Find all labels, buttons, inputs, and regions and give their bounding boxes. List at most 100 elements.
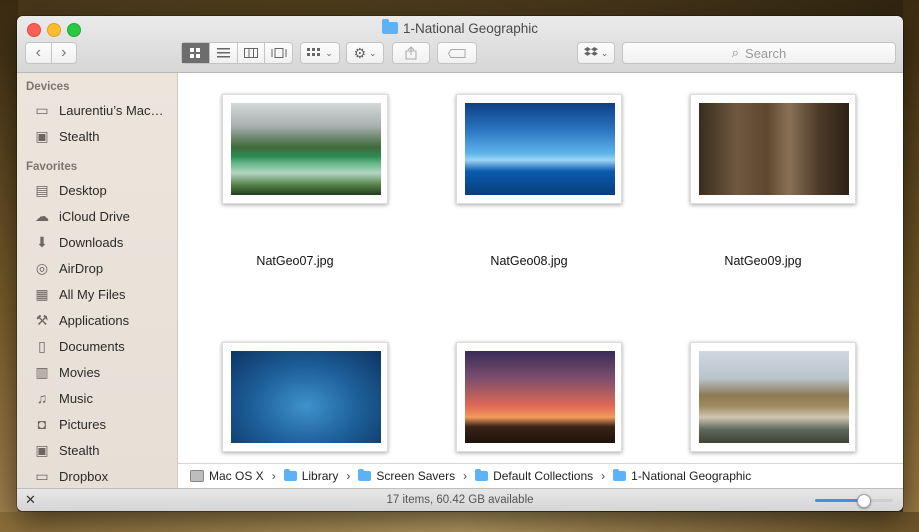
- downloads-icon: ⬇: [36, 233, 48, 250]
- back-button[interactable]: ‹: [26, 44, 51, 62]
- sidebar-item-mac[interactable]: ▭ Laurentiu’s Mac…: [33, 98, 175, 122]
- folder-icon: ▭: [35, 467, 49, 484]
- file-name[interactable]: NatGeo07.jpg: [178, 254, 412, 268]
- sidebar-item-movies[interactable]: ▥ Movies: [33, 360, 175, 384]
- icon-view-button[interactable]: [182, 43, 210, 63]
- sidebar-item-documents[interactable]: ▯ Documents: [33, 334, 175, 358]
- tag-button[interactable]: [437, 42, 477, 64]
- movies-icon: ▥: [35, 363, 49, 380]
- tag-icon: [448, 48, 466, 58]
- sidebar-item-stealth-device[interactable]: ▣ Stealth: [33, 124, 175, 148]
- list-view-button[interactable]: [210, 43, 238, 63]
- music-icon: ♫: [36, 390, 48, 406]
- file-thumbnail[interactable]: [456, 342, 622, 452]
- chevron-down-icon: ⌄: [325, 47, 333, 58]
- path-item-mac-os-x[interactable]: Mac OS X: [190, 469, 264, 483]
- path-separator: ›: [264, 469, 284, 483]
- pictures-icon: ◘: [37, 416, 47, 432]
- cloud-icon: ☁: [35, 207, 49, 224]
- path-item-screen-savers[interactable]: Screen Savers: [358, 469, 455, 483]
- share-icon: [405, 46, 417, 60]
- arrange-grid-icon: [307, 48, 321, 56]
- chevron-down-icon: ⌄: [369, 47, 377, 58]
- path-item-national-geographic[interactable]: 1-National Geographic: [613, 469, 751, 483]
- chevron-down-icon: ⌄: [600, 47, 609, 58]
- chevron-right-icon: ›: [601, 469, 606, 483]
- sidebar-item-label: Desktop: [59, 182, 107, 198]
- sidebar-item-label: All My Files: [59, 286, 126, 302]
- thumbnail-image: [699, 103, 849, 195]
- file-thumbnail[interactable]: [690, 94, 856, 204]
- sidebar-item-pictures[interactable]: ◘ Pictures: [33, 412, 175, 436]
- laptop-icon: ▭: [35, 101, 49, 118]
- chevron-right-icon: ›: [346, 469, 351, 483]
- sidebar-item-music[interactable]: ♫ Music: [33, 386, 175, 410]
- sidebar-item-applications[interactable]: ⚒ Applications: [33, 308, 175, 332]
- file-item[interactable]: NatGeo08.jpg: [412, 73, 646, 303]
- path-separator: ›: [338, 469, 358, 483]
- thumbnail-image: [231, 351, 381, 443]
- sidebar-item-airdrop[interactable]: ◎ AirDrop: [33, 256, 175, 280]
- file-icon-grid: NatGeo07.jpg NatGeo08.jpg NatGeo09.jpg: [178, 73, 903, 463]
- all-files-icon: ▦: [35, 285, 49, 302]
- window-title: 1-National Geographic: [402, 21, 539, 36]
- sidebar-item-desktop[interactable]: ▤ Desktop: [33, 178, 175, 202]
- view-mode-switcher: [181, 42, 293, 64]
- file-thumbnail[interactable]: [456, 94, 622, 204]
- sidebar-item-label: Downloads: [59, 234, 124, 250]
- thumbnail-image: [465, 103, 615, 195]
- file-thumbnail[interactable]: [222, 342, 388, 452]
- action-button[interactable]: ⚙ ⌄: [346, 42, 384, 64]
- file-item[interactable]: [178, 321, 412, 463]
- search-field[interactable]: ⌕ Search: [622, 42, 896, 64]
- file-thumbnail[interactable]: [690, 342, 856, 452]
- file-name[interactable]: NatGeo08.jpg: [412, 254, 646, 268]
- thumbnail-image: [699, 351, 849, 443]
- folder-icon: [358, 469, 372, 481]
- slider-fill: [815, 499, 864, 502]
- icon-size-slider[interactable]: [815, 494, 893, 508]
- file-item[interactable]: NatGeo09.jpg: [646, 73, 880, 303]
- titlebar: 1-National Geographic ‹ › ⌄ ⚙ ⌄ ⌄ ⌕ Sear…: [17, 16, 903, 73]
- icon-view-icon: [189, 47, 200, 58]
- dropbox-icon: [583, 47, 598, 56]
- file-item[interactable]: NatGeo07.jpg: [178, 73, 412, 303]
- file-item[interactable]: [412, 321, 646, 463]
- desktop-background-right: [903, 0, 919, 532]
- sidebar-item-label: Applications: [59, 312, 130, 328]
- arrange-button[interactable]: ⌄: [300, 42, 340, 64]
- list-view-icon: [216, 48, 230, 58]
- desktop-background-bottom: [0, 512, 919, 532]
- hard-drive-icon: [190, 470, 204, 482]
- documents-icon: ▯: [38, 337, 46, 354]
- sidebar-item-all-my-files[interactable]: ▦ All My Files: [33, 282, 175, 306]
- path-bar: Mac OS X › Library › Screen Savers › Def…: [178, 463, 903, 488]
- cover-flow-view-button[interactable]: [265, 43, 292, 63]
- sidebar-item-label: iCloud Drive: [59, 208, 130, 224]
- desktop-background-left: [0, 0, 18, 532]
- airdrop-icon: ◎: [35, 259, 49, 276]
- sidebar-item-downloads[interactable]: ⬇ Downloads: [33, 230, 175, 254]
- file-name[interactable]: NatGeo09.jpg: [646, 254, 880, 268]
- sidebar-item-icloud-drive[interactable]: ☁ iCloud Drive: [33, 204, 175, 228]
- share-button[interactable]: [392, 42, 430, 64]
- path-item-library[interactable]: Library: [283, 469, 338, 483]
- folder-icon: [613, 469, 627, 481]
- search-icon: ⌕: [731, 45, 740, 60]
- sidebar-item-dropbox[interactable]: ▭ Dropbox: [33, 464, 175, 488]
- thumbnail-image: [465, 351, 615, 443]
- path-item-label: Mac OS X: [209, 469, 264, 483]
- thumbnail-image: [231, 103, 381, 195]
- file-item[interactable]: [646, 321, 880, 463]
- forward-button[interactable]: ›: [52, 44, 77, 62]
- column-view-button[interactable]: [238, 43, 266, 63]
- sidebar-item-label: Movies: [59, 364, 101, 380]
- path-separator: ›: [593, 469, 613, 483]
- path-item-default-collections[interactable]: Default Collections: [475, 469, 593, 483]
- dropbox-button[interactable]: ⌄: [577, 42, 615, 64]
- sidebar-item-stealth[interactable]: ▣ Stealth: [33, 438, 175, 462]
- status-bar: ✕ 17 items, 60.42 GB available: [17, 488, 903, 511]
- file-thumbnail[interactable]: [222, 94, 388, 204]
- sidebar-item-label: Dropbox: [59, 468, 109, 484]
- status-text: 17 items, 60.42 GB available: [386, 494, 534, 506]
